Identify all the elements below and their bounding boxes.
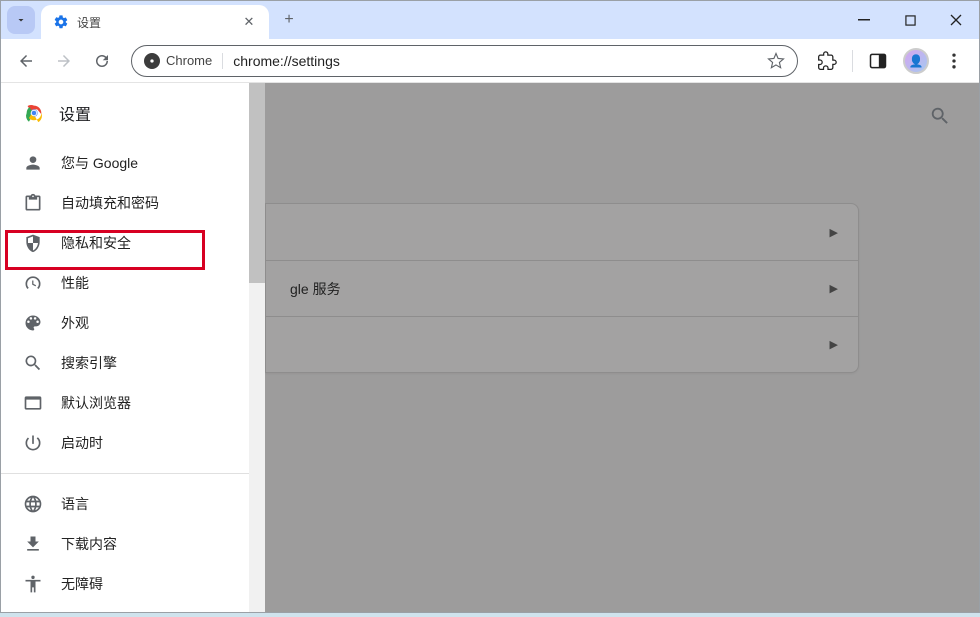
tab-close-button[interactable]: ✕: [241, 14, 257, 30]
sidebar-item-label: 无障碍: [61, 574, 103, 594]
sidebar-item-privacy-security[interactable]: 隐私和安全: [1, 223, 256, 263]
url-text: chrome://settings: [233, 53, 767, 69]
sidebar-item-label: 搜索引擎: [61, 353, 117, 373]
address-bar-row: Chrome chrome://settings 👤: [1, 39, 979, 83]
person-icon: [23, 153, 43, 173]
sidebar-item-autofill[interactable]: 自动填充和密码: [1, 183, 256, 223]
globe-icon: [23, 494, 43, 514]
settings-search-button[interactable]: [929, 105, 951, 127]
close-window-button[interactable]: [933, 1, 979, 39]
side-panel-button[interactable]: [861, 44, 895, 78]
sidebar-item-label: 您与 Google: [61, 153, 138, 173]
reload-icon: [93, 52, 111, 70]
search-icon: [929, 105, 951, 127]
sidebar-item-appearance[interactable]: 外观: [1, 303, 256, 343]
sidebar-item-languages[interactable]: 语言: [1, 484, 256, 524]
chevron-right-icon: ▶: [830, 338, 838, 351]
sidebar-header: 设置: [1, 83, 264, 143]
tab-search-dropdown[interactable]: [7, 6, 35, 34]
speedometer-icon: [23, 273, 43, 293]
extensions-button[interactable]: [810, 44, 844, 78]
omnibox[interactable]: Chrome chrome://settings: [131, 45, 798, 77]
chrome-logo-icon: [23, 102, 45, 124]
clipboard-icon: [23, 193, 43, 213]
sidebar-item-default-browser[interactable]: 默认浏览器: [1, 383, 256, 423]
toolbar-separator: [852, 50, 853, 72]
profile-button[interactable]: 👤: [899, 44, 933, 78]
download-icon: [23, 534, 43, 554]
arrow-left-icon: [17, 52, 35, 70]
star-icon: [767, 52, 785, 70]
tab-strip: 设置 ✕ +: [1, 1, 979, 39]
browser-tab[interactable]: 设置 ✕: [41, 5, 269, 39]
settings-card: ▶ gle 服务 ▶ ▶: [265, 203, 859, 373]
sidebar-item-accessibility[interactable]: 无障碍: [1, 564, 256, 604]
avatar-icon: 👤: [903, 48, 929, 74]
sidebar-item-label: 下载内容: [61, 534, 117, 554]
sidebar-item-downloads[interactable]: 下载内容: [1, 524, 256, 564]
panel-icon: [868, 51, 888, 71]
sidebar-divider: [1, 473, 264, 474]
maximize-button[interactable]: [887, 1, 933, 39]
sidebar-scrollbar[interactable]: [249, 83, 265, 612]
sidebar-item-you-and-google[interactable]: 您与 Google: [1, 143, 256, 183]
settings-sidebar: 设置 您与 Google 自动填充和密码 隐私和安全 性能 外观: [1, 83, 265, 612]
arrow-right-icon: [55, 52, 73, 70]
sidebar-item-label: 隐私和安全: [61, 233, 131, 253]
tab-title: 设置: [77, 14, 241, 31]
card-row[interactable]: ▶: [266, 204, 858, 260]
chrome-icon-mono: [144, 53, 160, 69]
sidebar-item-search-engine[interactable]: 搜索引擎: [1, 343, 256, 383]
settings-main: ▶ gle 服务 ▶ ▶: [265, 83, 979, 612]
kebab-menu-button[interactable]: [937, 44, 971, 78]
minimize-button[interactable]: [841, 1, 887, 39]
bookmark-star-button[interactable]: [767, 52, 785, 70]
gear-icon: [53, 14, 69, 30]
chevron-right-icon: ▶: [830, 282, 838, 295]
scrollbar-thumb[interactable]: [249, 83, 265, 283]
sidebar-item-on-startup[interactable]: 启动时: [1, 423, 256, 463]
card-row-sync-google[interactable]: gle 服务 ▶: [266, 260, 858, 316]
sidebar-item-label: 语言: [61, 494, 89, 514]
search-icon: [23, 353, 43, 373]
sidebar-item-label: 性能: [61, 273, 89, 293]
row-label: gle 服务: [290, 279, 341, 299]
chevron-right-icon: ▶: [830, 226, 838, 239]
dots-vertical-icon: [944, 51, 964, 71]
reload-button[interactable]: [85, 44, 119, 78]
sidebar-item-label: 外观: [61, 313, 89, 333]
sidebar-item-label: 启动时: [61, 433, 103, 453]
chip-label: Chrome: [166, 53, 212, 68]
card-row[interactable]: ▶: [266, 316, 858, 372]
accessibility-icon: [23, 574, 43, 594]
palette-icon: [23, 313, 43, 333]
puzzle-icon: [817, 51, 837, 71]
chevron-down-icon: [15, 14, 27, 26]
forward-button[interactable]: [47, 44, 81, 78]
power-icon: [23, 433, 43, 453]
sidebar-title: 设置: [59, 101, 91, 125]
sidebar-item-label: 默认浏览器: [61, 393, 131, 413]
back-button[interactable]: [9, 44, 43, 78]
shield-icon: [23, 233, 43, 253]
url-chip: Chrome: [144, 53, 223, 69]
sidebar-item-label: 自动填充和密码: [61, 193, 159, 213]
new-tab-button[interactable]: +: [275, 6, 303, 34]
browser-window-icon: [23, 393, 43, 413]
sidebar-item-performance[interactable]: 性能: [1, 263, 256, 303]
